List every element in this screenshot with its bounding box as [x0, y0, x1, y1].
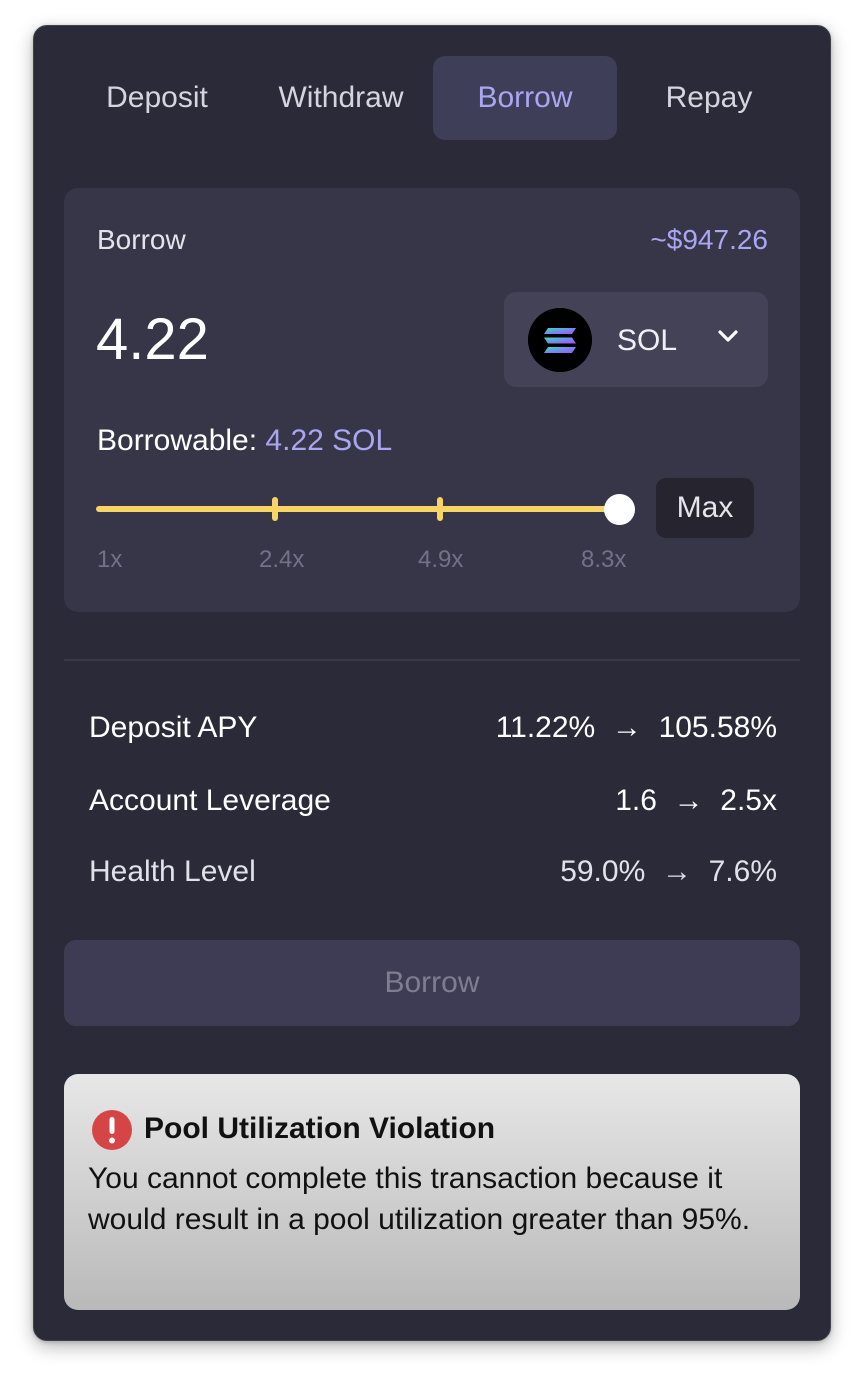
slider-tick-label: 1x [97, 546, 123, 573]
exclamation-circle-icon [92, 1110, 132, 1150]
stat-account-leverage: Account Leverage 1.6 → 2.5x [89, 784, 777, 824]
arrow-right-icon: → [661, 855, 692, 888]
chevron-down-icon [718, 330, 738, 342]
borrow-panel: Deposit Withdraw Borrow Repay Borrow ~$9… [33, 25, 831, 1341]
slider-thumb[interactable] [604, 494, 635, 525]
alert-title: Pool Utilization Violation [144, 1112, 496, 1145]
slider-track [96, 506, 621, 512]
stat-deposit-apy: Deposit APY 11.22% → 105.58% [89, 711, 777, 751]
stat-health-level: Health Level 59.0% → 7.6% [89, 855, 777, 895]
borrow-label: Borrow [97, 224, 186, 255]
solana-logo-icon [528, 308, 592, 372]
stat-name: Health Level [89, 855, 256, 888]
arrow-right-icon: → [611, 711, 642, 744]
borrowable-row: Borrowable: 4.22 SOL [97, 424, 392, 458]
tab-borrow[interactable]: Borrow [433, 56, 617, 140]
alert-message: You cannot complete this transaction bec… [88, 1162, 751, 1236]
tab-deposit[interactable]: Deposit [65, 56, 249, 140]
divider [64, 659, 800, 661]
error-alert: Pool Utilization Violation You cannot co… [64, 1074, 800, 1310]
token-selector[interactable]: SOL [504, 292, 768, 387]
arrow-right-icon: → [673, 784, 704, 817]
stat-name: Deposit APY [89, 711, 258, 744]
tab-withdraw[interactable]: Withdraw [249, 56, 433, 140]
slider-tick-mark [437, 497, 443, 521]
tab-repay[interactable]: Repay [617, 56, 801, 140]
borrowable-value: 4.22 SOL [265, 424, 393, 457]
action-tabs: Deposit Withdraw Borrow Repay [65, 56, 801, 140]
stat-name: Account Leverage [89, 784, 331, 817]
slider-tick-label: 2.4x [259, 546, 305, 573]
stat-change: 1.6 → 2.5x [615, 784, 777, 817]
borrow-input-card: Borrow ~$947.26 4.22 SOL Borrowable: 4.2… [64, 188, 800, 612]
slider-tick-mark [272, 497, 278, 521]
max-button[interactable]: Max [656, 478, 754, 538]
usd-estimate: ~$947.26 [650, 224, 768, 255]
borrowable-label: Borrowable: [97, 424, 258, 457]
slider-tick-label: 4.9x [418, 546, 464, 573]
amount-input[interactable]: 4.22 [96, 306, 209, 373]
leverage-slider[interactable] [96, 492, 635, 525]
token-symbol: SOL [617, 324, 678, 357]
slider-tick-label: 8.3x [581, 546, 627, 573]
stat-change: 11.22% → 105.58% [495, 711, 777, 744]
stat-change: 59.0% → 7.6% [560, 855, 777, 888]
borrow-submit-button[interactable]: Borrow [64, 940, 800, 1026]
